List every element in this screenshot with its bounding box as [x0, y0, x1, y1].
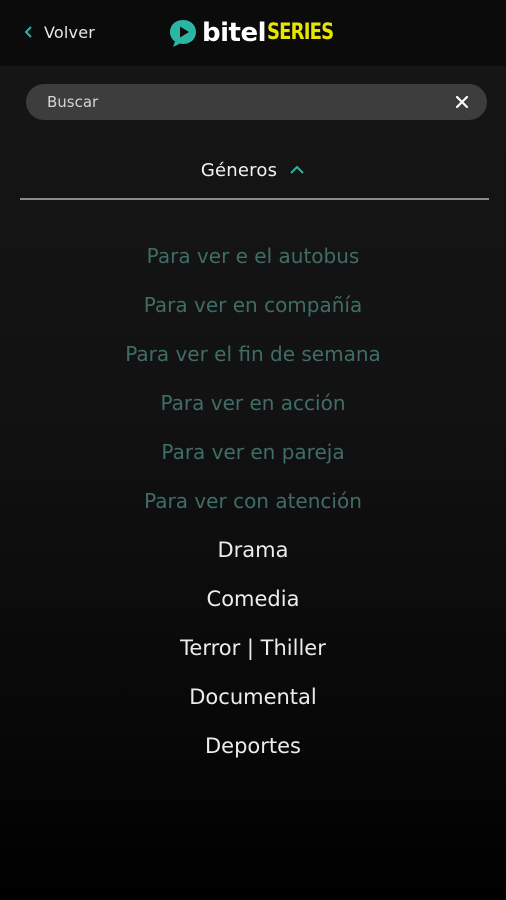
genre-item[interactable]: Para ver en compañía: [0, 281, 506, 330]
genre-list: Para ver e el autobus Para ver en compañ…: [0, 232, 506, 771]
logo-text-bitel: bitel: [202, 18, 267, 48]
divider: [20, 198, 489, 200]
clear-search-button[interactable]: [452, 92, 472, 112]
genre-item[interactable]: Comedia: [0, 575, 506, 624]
genre-item[interactable]: Para ver el fin de semana: [0, 330, 506, 379]
genre-item[interactable]: Terror | Thiller: [0, 624, 506, 673]
bitel-series-logo: bitel SERIES: [168, 17, 348, 49]
genre-item[interactable]: Documental: [0, 673, 506, 722]
genre-item[interactable]: Para ver en acción: [0, 379, 506, 428]
chevron-left-icon: [24, 26, 32, 38]
genres-toggle[interactable]: Géneros: [0, 154, 506, 186]
search-input[interactable]: [47, 93, 452, 111]
genre-item[interactable]: Drama: [0, 526, 506, 575]
genre-item[interactable]: Para ver e el autobus: [0, 232, 506, 281]
play-bubble-icon: [170, 20, 196, 47]
logo-text-series: SERIES: [267, 20, 334, 45]
top-bar: Volver bitel SERIES: [0, 0, 506, 66]
chevron-up-icon: [290, 165, 304, 174]
genres-title: Géneros: [200, 159, 278, 181]
back-button[interactable]: Volver: [24, 18, 95, 46]
close-icon: [455, 95, 469, 109]
genre-item[interactable]: Para ver con atención: [0, 477, 506, 526]
genre-item[interactable]: Deportes: [0, 722, 506, 771]
back-button-label: Volver: [44, 22, 96, 42]
genre-item[interactable]: Para ver en pareja: [0, 428, 506, 477]
search-bar: [26, 84, 487, 120]
